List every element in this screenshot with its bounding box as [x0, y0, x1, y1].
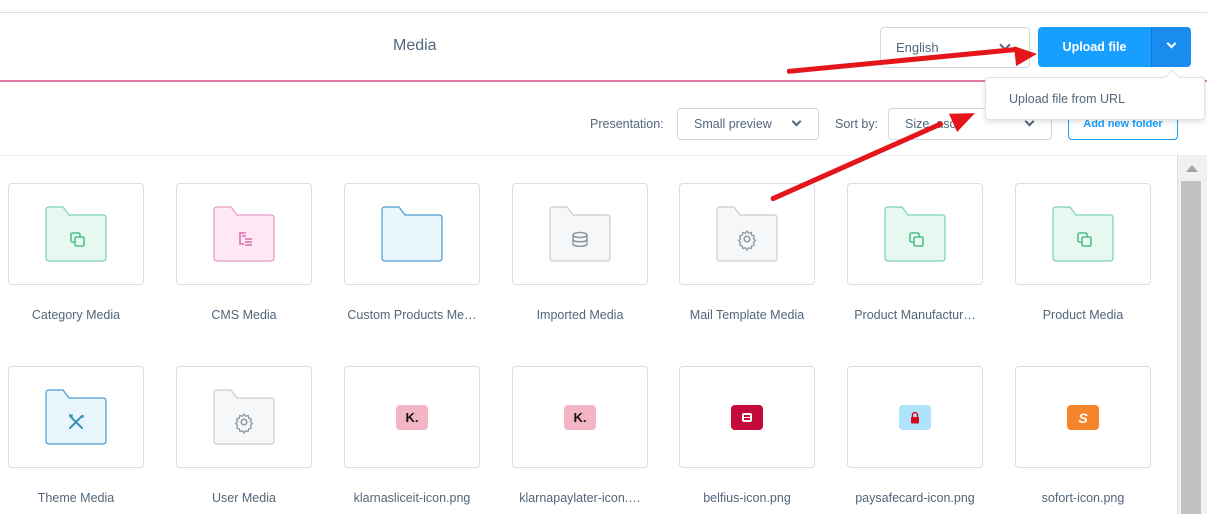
- folder-icon: [44, 206, 108, 263]
- file-tile[interactable]: [679, 366, 815, 468]
- folder-icon: [715, 206, 779, 263]
- folder-tile[interactable]: [344, 183, 480, 285]
- belfius-glyph: [742, 413, 752, 422]
- folder-icon: [212, 389, 276, 446]
- tile-label[interactable]: belfius-icon.png: [667, 491, 827, 505]
- tile-label[interactable]: sofort-icon.png: [1003, 491, 1163, 505]
- tile-label[interactable]: Theme Media: [0, 491, 156, 505]
- folder-tile[interactable]: [1015, 183, 1151, 285]
- file-tile[interactable]: K.: [344, 366, 480, 468]
- file-tile[interactable]: K.: [512, 366, 648, 468]
- folder-tile[interactable]: [512, 183, 648, 285]
- sofort-glyph: S: [1078, 409, 1088, 426]
- folder-icon: [548, 206, 612, 263]
- file-tile[interactable]: [847, 366, 983, 468]
- folder-icon: [1051, 206, 1115, 263]
- upload-file-button[interactable]: Upload file: [1038, 27, 1151, 67]
- folder-tile[interactable]: [847, 183, 983, 285]
- annotation-arrowhead-upload: [1014, 43, 1038, 67]
- chevron-down-icon: [1166, 38, 1177, 49]
- folder-icon: [212, 206, 276, 263]
- folder-tile[interactable]: [679, 183, 815, 285]
- tile-label[interactable]: Category Media: [0, 308, 156, 322]
- klarna-logo-icon: K.: [396, 405, 428, 430]
- folder-tile[interactable]: [8, 366, 144, 468]
- tile-label[interactable]: Custom Products Me…: [332, 308, 492, 322]
- klarna-glyph: K.: [573, 410, 587, 425]
- tile-label[interactable]: Product Media: [1003, 308, 1163, 322]
- scrollbar-thumb[interactable]: [1181, 181, 1201, 514]
- scrollbar[interactable]: [1177, 155, 1207, 514]
- tile-label[interactable]: klarnapaylater-icon.…: [500, 491, 660, 505]
- folder-tile[interactable]: [176, 366, 312, 468]
- klarna-logo-icon: K.: [564, 405, 596, 430]
- page-title: Media: [393, 37, 437, 54]
- media-grid: Category Media CMS Media Custom Products…: [0, 155, 1176, 514]
- paysafecard-lock-icon: [899, 405, 931, 430]
- chevron-down-icon: [791, 116, 802, 127]
- tile-label[interactable]: Product Manufactur…: [835, 308, 995, 322]
- scroll-up-arrow-icon[interactable]: [1186, 165, 1198, 172]
- sort-label: Sort by:: [835, 117, 879, 131]
- file-tile[interactable]: S: [1015, 366, 1151, 468]
- tile-label[interactable]: Mail Template Media: [667, 308, 827, 322]
- upload-options-menu: Upload file from URL: [985, 77, 1205, 120]
- language-value: English: [896, 40, 939, 55]
- folder-icon: [44, 389, 108, 446]
- folder-icon: [380, 206, 444, 263]
- folder-icon: [883, 206, 947, 263]
- tile-label[interactable]: CMS Media: [164, 308, 324, 322]
- klarna-glyph: K.: [405, 410, 419, 425]
- presentation-label: Presentation:: [590, 117, 664, 131]
- sofort-logo-icon: S: [1067, 405, 1099, 430]
- tile-label[interactable]: klarnasliceit-icon.png: [332, 491, 492, 505]
- upload-options-toggle[interactable]: [1151, 27, 1191, 67]
- folder-tile[interactable]: [8, 183, 144, 285]
- tile-label[interactable]: paysafecard-icon.png: [835, 491, 995, 505]
- belfius-logo-icon: [731, 405, 763, 430]
- presentation-value: Small preview: [694, 117, 772, 131]
- tile-label[interactable]: Imported Media: [500, 308, 660, 322]
- menu-item-upload-from-url[interactable]: Upload file from URL: [1009, 92, 1125, 106]
- tile-label[interactable]: User Media: [164, 491, 324, 505]
- presentation-select[interactable]: Small preview: [677, 108, 819, 140]
- folder-tile[interactable]: [176, 183, 312, 285]
